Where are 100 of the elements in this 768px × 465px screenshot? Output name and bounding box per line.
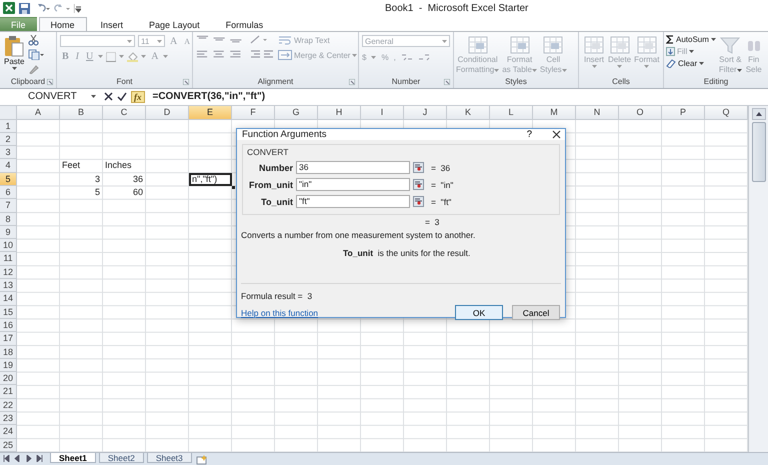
column-header[interactable]: G <box>275 106 318 120</box>
table-icon <box>636 35 658 56</box>
column-header[interactable]: M <box>533 106 576 120</box>
insert-function-button[interactable]: fx <box>131 90 144 103</box>
window-title: Book1 - Microsoft Excel Starter <box>385 2 528 14</box>
sheet-tab[interactable]: Sheet3 <box>146 453 192 463</box>
row-header[interactable]: 21 <box>0 385 17 399</box>
row-header[interactable]: 19 <box>0 358 17 372</box>
row-header[interactable]: 12 <box>0 266 17 280</box>
autosum-button[interactable]: AutoSum <box>666 35 716 44</box>
column-header[interactable]: E <box>189 106 232 120</box>
caret-icon <box>163 55 168 58</box>
dialog-button[interactable]: OK <box>455 305 503 320</box>
scroll-up-button[interactable] <box>752 108 766 120</box>
caret-icon <box>617 65 622 68</box>
row-header[interactable]: 20 <box>0 372 17 386</box>
column-header[interactable]: J <box>404 106 447 120</box>
table-cell-text: Inches <box>104 159 133 172</box>
ribbon-tab[interactable]: Insert <box>88 17 136 32</box>
argument-value: = "in" <box>431 180 454 190</box>
row-header[interactable]: 11 <box>0 252 17 266</box>
column-header[interactable]: I <box>361 106 404 120</box>
column-header[interactable]: C <box>103 106 146 120</box>
active-cell[interactable]: n","ft") <box>189 172 232 186</box>
column-header[interactable]: N <box>576 106 619 120</box>
column-header[interactable]: O <box>619 106 662 120</box>
argument-field[interactable]: "ft" <box>296 195 410 208</box>
cell-style-icon <box>542 35 564 56</box>
vertical-scrollbar[interactable] <box>748 106 768 452</box>
column-header[interactable]: F <box>232 106 275 120</box>
row-header[interactable]: 3 <box>0 146 17 160</box>
sheet-tab[interactable]: Sheet2 <box>98 453 144 463</box>
row-header[interactable]: 25 <box>0 438 17 452</box>
row-header[interactable]: 8 <box>0 212 17 226</box>
column-header[interactable]: H <box>318 106 361 120</box>
row-header[interactable]: 17 <box>0 332 17 346</box>
argument-field[interactable]: "in" <box>296 178 410 191</box>
funnel-icon <box>720 35 740 56</box>
row-header[interactable]: 18 <box>0 346 17 359</box>
row-header[interactable]: 10 <box>0 239 17 252</box>
row-header[interactable]: 16 <box>0 318 17 332</box>
column-header[interactable]: A <box>17 106 60 120</box>
column-header[interactable]: P <box>662 106 705 120</box>
row-header[interactable]: 7 <box>0 199 17 213</box>
row-header[interactable]: 15 <box>0 306 17 319</box>
dialog-launcher-icon[interactable] <box>47 78 53 85</box>
argument-value: = 36 <box>431 162 450 172</box>
help-button[interactable]: ? <box>526 129 532 140</box>
collapse-dialog-icon[interactable] <box>413 162 424 173</box>
dialog-launcher-icon[interactable] <box>444 78 450 85</box>
function-description: Converts a number from one measurement system to another. <box>241 230 476 240</box>
clipboard-icon <box>4 35 24 58</box>
ribbon-tab[interactable]: Page Layout <box>137 17 212 32</box>
checkmark-icon[interactable] <box>117 92 127 102</box>
clear-button[interactable]: Clear <box>666 59 716 68</box>
row-header[interactable]: 1 <box>0 120 17 133</box>
column-header[interactable]: Q <box>705 106 748 120</box>
row-header[interactable]: 22 <box>0 398 17 412</box>
help-link[interactable]: Help on this function <box>241 308 446 318</box>
new-sheet-icon[interactable] <box>194 455 209 465</box>
dialog-launcher-icon[interactable] <box>183 78 189 85</box>
paste-button[interactable]: Paste <box>3 35 26 70</box>
cancel-icon[interactable] <box>104 92 113 102</box>
row-header[interactable]: 4 <box>0 159 17 173</box>
sheet-tab[interactable]: Sheet1 <box>50 453 96 463</box>
argument-field[interactable]: 36 <box>296 161 410 174</box>
row-header[interactable]: 9 <box>0 226 17 240</box>
ribbon-tab[interactable]: Formulas <box>214 17 276 32</box>
formula-field[interactable]: =CONVERT(36,"in","ft") <box>152 91 266 102</box>
row-header[interactable]: 2 <box>0 132 17 146</box>
table-icon <box>583 35 605 56</box>
row-header[interactable]: 6 <box>0 186 17 200</box>
column-header[interactable]: B <box>60 106 103 120</box>
caret-icon <box>352 54 358 57</box>
collapse-dialog-icon[interactable] <box>413 179 424 190</box>
column-header[interactable]: K <box>447 106 490 120</box>
row-header[interactable]: 13 <box>0 279 17 292</box>
up-arrow-icon <box>756 112 762 116</box>
excel-logo-icon[interactable] <box>3 2 15 14</box>
caret-icon <box>644 65 650 68</box>
dialog-button[interactable]: Cancel <box>512 305 560 320</box>
ribbon-tab[interactable]: Home <box>38 17 87 32</box>
brush-icon[interactable] <box>28 63 40 74</box>
scroll-thumb[interactable] <box>752 122 766 182</box>
scissors-icon[interactable] <box>28 35 40 46</box>
dialog-launcher-icon[interactable] <box>349 78 355 85</box>
close-icon[interactable] <box>552 130 561 139</box>
caret-icon <box>562 69 567 72</box>
collapse-dialog-icon[interactable] <box>413 196 424 207</box>
row-header[interactable]: 23 <box>0 412 17 426</box>
column-header[interactable]: D <box>146 106 189 120</box>
name-box[interactable]: CONVERT <box>0 90 100 104</box>
column-header[interactable]: L <box>490 106 533 120</box>
caret-icon <box>157 40 162 43</box>
copy-icon[interactable] <box>28 49 44 60</box>
save-icon[interactable] <box>19 2 30 14</box>
row-header[interactable]: 5 <box>0 172 17 186</box>
customize-toolbar-icon[interactable] <box>74 4 81 13</box>
row-header[interactable]: 14 <box>0 292 17 306</box>
row-header[interactable]: 24 <box>0 425 17 439</box>
